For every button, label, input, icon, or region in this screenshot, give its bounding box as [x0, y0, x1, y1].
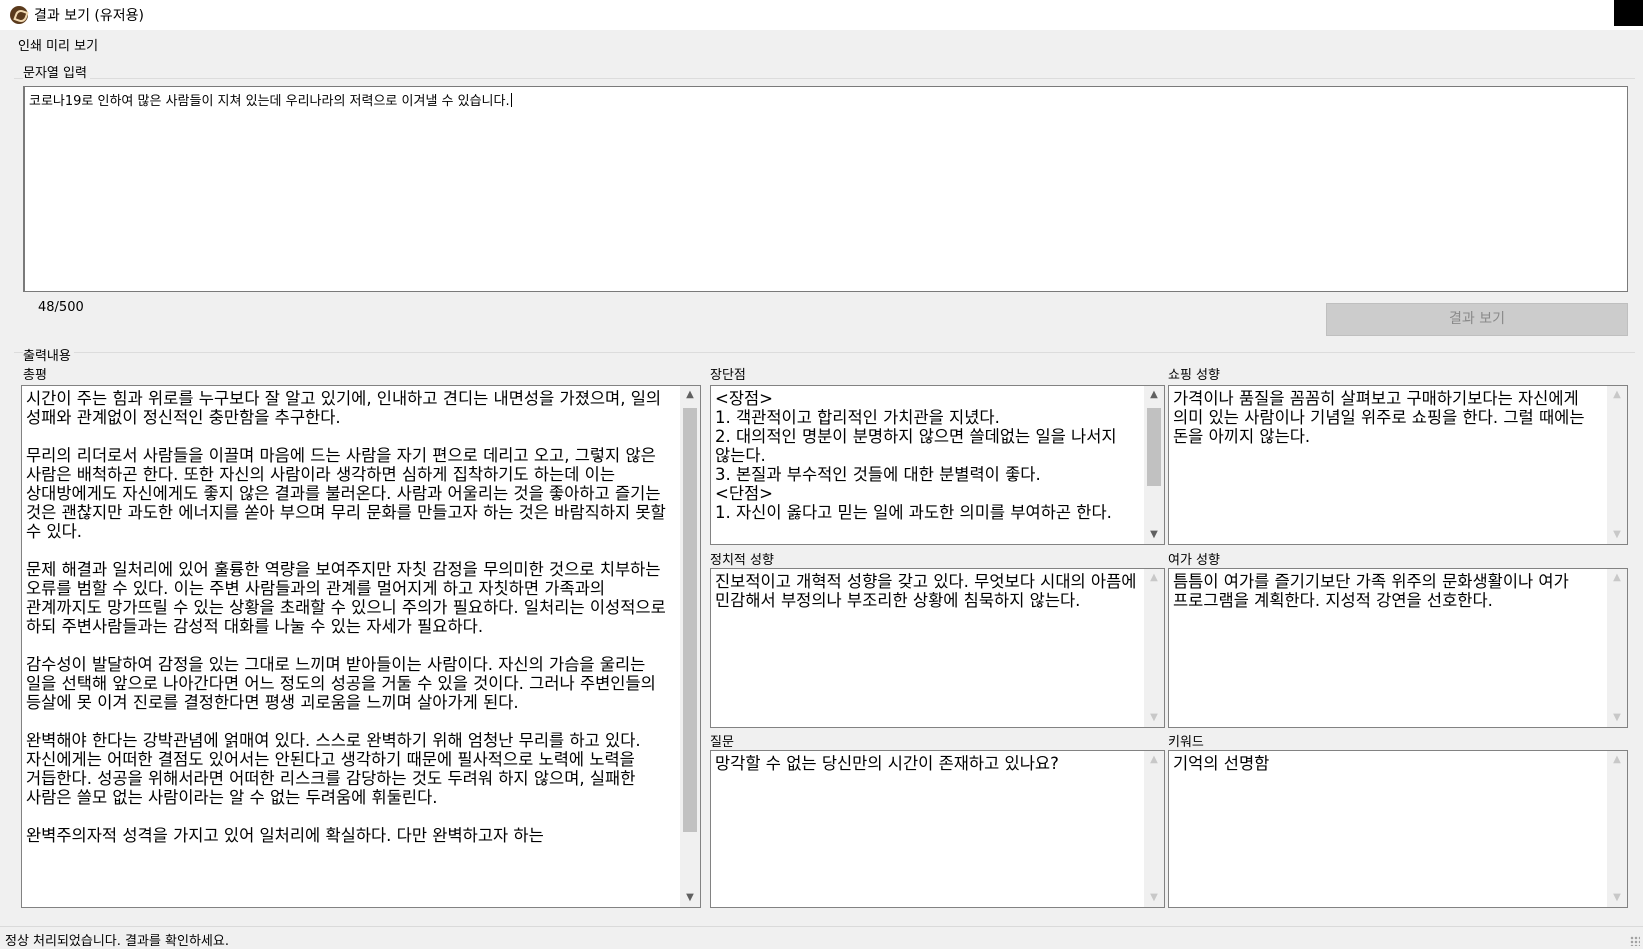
pros-cons-label: 장단점 — [710, 368, 746, 383]
summary-label: 총평 — [23, 368, 47, 383]
input-group-border — [14, 78, 1635, 79]
scroll-down-icon[interactable]: ▼ — [1144, 709, 1164, 727]
shopping-label: 쇼핑 성향 — [1168, 368, 1220, 383]
scroll-down-icon[interactable]: ▼ — [680, 889, 700, 907]
question-scrollbar[interactable]: ▲ ▼ — [1144, 751, 1164, 907]
char-counter: 48/500 — [38, 300, 84, 315]
app-icon — [10, 6, 28, 24]
leisure-scrollbar[interactable]: ▲ ▼ — [1607, 569, 1627, 727]
scroll-down-icon[interactable]: ▼ — [1607, 889, 1627, 907]
scroll-up-icon[interactable]: ▲ — [1144, 569, 1164, 587]
view-result-button[interactable]: 결과 보기 — [1326, 303, 1628, 336]
summary-scrollbar[interactable]: ▲ ▼ — [680, 386, 700, 907]
text-caret — [510, 93, 512, 107]
window-title: 결과 보기 (유저용) — [34, 8, 144, 24]
leisure-label: 여가 성향 — [1168, 553, 1220, 568]
output-group-border — [14, 352, 1635, 353]
status-bar: 정상 처리되었습니다. 결과를 확인하세요. — [0, 926, 1643, 949]
close-icon[interactable] — [1614, 0, 1643, 26]
keyword-scrollbar[interactable]: ▲ ▼ — [1607, 751, 1627, 907]
political-text: 진보적이고 개혁적 성향을 갖고 있다. 무엇보다 시대의 아픔에 민감해서 부… — [715, 572, 1142, 610]
scroll-down-icon[interactable]: ▼ — [1144, 889, 1164, 907]
scroll-thumb[interactable] — [683, 408, 697, 832]
question-textbox[interactable]: 망각할 수 없는 당신만의 시간이 존재하고 있나요? ▲ ▼ — [710, 750, 1165, 908]
scroll-down-icon[interactable]: ▼ — [1144, 526, 1164, 544]
string-input-field[interactable]: 코로나19로 인하여 많은 사람들이 지쳐 있는데 우리나라의 저력으로 이겨낼… — [23, 86, 1628, 292]
scroll-up-icon[interactable]: ▲ — [1607, 751, 1627, 769]
scroll-down-icon[interactable]: ▼ — [1607, 709, 1627, 727]
status-text: 정상 처리되었습니다. 결과를 확인하세요. — [5, 934, 229, 949]
menu-bar: 인쇄 미리 보기 — [0, 33, 1643, 55]
shopping-textbox[interactable]: 가격이나 품질을 꼼꼼히 살펴보고 구매하기보다는 자신에게 의미 있는 사람이… — [1168, 385, 1628, 545]
pros-cons-textbox[interactable]: <장점> 1. 객관적이고 합리적인 가치관을 지녔다. 2. 대의적인 명분이… — [710, 385, 1165, 545]
menu-print-preview[interactable]: 인쇄 미리 보기 — [18, 35, 98, 54]
political-label: 정치적 성향 — [710, 553, 774, 568]
keyword-text: 기억의 선명함 — [1173, 754, 1270, 773]
scroll-down-icon[interactable]: ▼ — [1607, 526, 1627, 544]
political-scrollbar[interactable]: ▲ ▼ — [1144, 569, 1164, 727]
question-label: 질문 — [710, 735, 734, 750]
resize-grip-icon[interactable] — [1630, 936, 1640, 946]
input-group-label: 문자열 입력 — [23, 62, 90, 81]
question-text: 망각할 수 없는 당신만의 시간이 존재하고 있나요? — [715, 754, 1059, 773]
summary-text: 시간이 주는 힘과 위로를 누구보다 잘 알고 있기에, 인내하고 견디는 내면… — [26, 389, 666, 845]
scroll-up-icon[interactable]: ▲ — [1144, 386, 1164, 404]
shopping-text: 가격이나 품질을 꼼꼼히 살펴보고 구매하기보다는 자신에게 의미 있는 사람이… — [1173, 389, 1590, 446]
keyword-textbox[interactable]: 기억의 선명함 ▲ ▼ — [1168, 750, 1628, 908]
leisure-textbox[interactable]: 틈틈이 여가를 즐기기보단 가족 위주의 문화생활이나 여가 프로그램을 계획한… — [1168, 568, 1628, 728]
scroll-up-icon[interactable]: ▲ — [680, 386, 700, 404]
pros-cons-scrollbar[interactable]: ▲ ▼ — [1144, 386, 1164, 544]
leisure-text: 틈틈이 여가를 즐기기보단 가족 위주의 문화생활이나 여가 프로그램을 계획한… — [1173, 572, 1575, 610]
scroll-thumb[interactable] — [1147, 408, 1161, 486]
shopping-scrollbar[interactable]: ▲ ▼ — [1607, 386, 1627, 544]
summary-textbox[interactable]: 시간이 주는 힘과 위로를 누구보다 잘 알고 있기에, 인내하고 견디는 내면… — [21, 385, 701, 908]
scroll-up-icon[interactable]: ▲ — [1607, 386, 1627, 404]
pros-cons-text: <장점> 1. 객관적이고 합리적인 가치관을 지녔다. 2. 대의적인 명분이… — [715, 389, 1117, 522]
keyword-label: 키워드 — [1168, 735, 1204, 750]
output-group-label: 출력내용 — [23, 345, 74, 364]
title-bar: 결과 보기 (유저용) — [0, 0, 1643, 30]
string-input-value: 코로나19로 인하여 많은 사람들이 지쳐 있는데 우리나라의 저력으로 이겨낼… — [29, 94, 510, 109]
scroll-up-icon[interactable]: ▲ — [1144, 751, 1164, 769]
political-textbox[interactable]: 진보적이고 개혁적 성향을 갖고 있다. 무엇보다 시대의 아픔에 민감해서 부… — [710, 568, 1165, 728]
scroll-up-icon[interactable]: ▲ — [1607, 569, 1627, 587]
